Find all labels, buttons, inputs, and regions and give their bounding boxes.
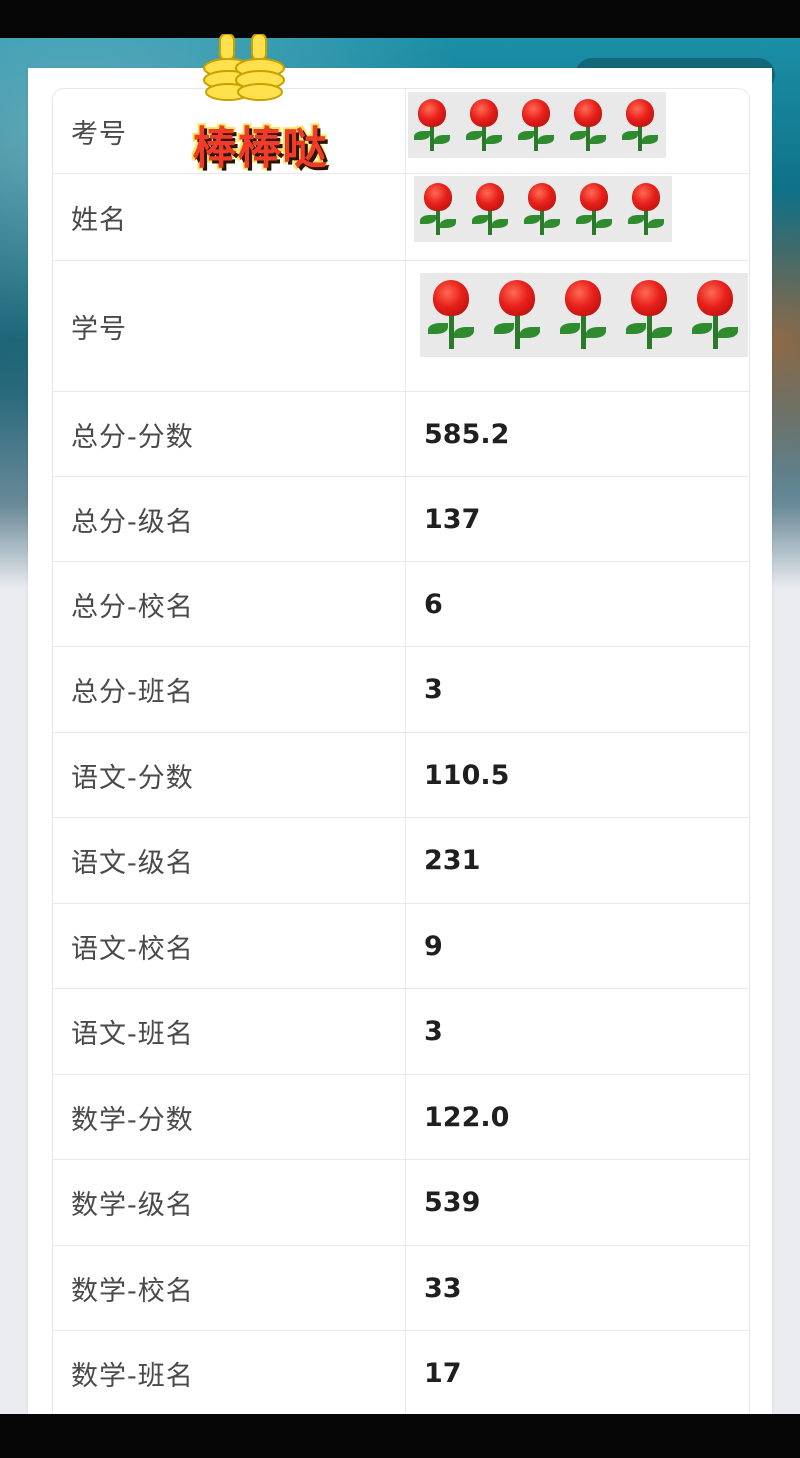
row-label: 数学-级名 [53, 1160, 406, 1245]
rose-icon [420, 275, 482, 355]
thumbs-up-icon [203, 34, 285, 101]
row-label: 总分-班名 [53, 647, 406, 732]
row-value: 6 [424, 588, 443, 620]
row-value: 137 [424, 503, 481, 535]
row-label: 姓名 [53, 174, 406, 260]
status-bar [0, 0, 800, 38]
row-label: 数学-校名 [53, 1246, 406, 1330]
rose-icon [414, 179, 462, 239]
table-row: 语文-校名 9 [53, 904, 749, 989]
table-row: 语文-分数 110.5 [53, 733, 749, 818]
table-row: 学号 [53, 261, 749, 392]
sticker-text: 棒棒哒 [192, 123, 328, 174]
row-label: 学号 [53, 261, 406, 391]
table-row: 数学-分数 122.0 [53, 1075, 749, 1160]
table-row: 总分-班名 3 [53, 647, 749, 733]
rose-redaction [414, 176, 672, 242]
row-value-redacted [406, 261, 749, 391]
row-label: 数学-班名 [53, 1331, 406, 1416]
navigation-bar [0, 1414, 800, 1458]
table-row: 数学-级名 539 [53, 1160, 749, 1246]
row-label: 总分-分数 [53, 392, 406, 476]
row-value: 17 [424, 1358, 462, 1389]
table-row: 总分-级名 137 [53, 477, 749, 562]
row-value: 585.2 [424, 418, 510, 450]
row-label: 语文-校名 [53, 904, 406, 988]
rose-icon [618, 275, 680, 355]
row-value: 3 [424, 674, 443, 705]
rose-icon [684, 275, 746, 355]
rose-icon [570, 179, 618, 239]
rose-icon [622, 179, 670, 239]
row-label: 总分-级名 [53, 477, 406, 561]
table-row: 姓名 [53, 174, 749, 261]
rose-icon [466, 179, 514, 239]
row-label: 总分-校名 [53, 562, 406, 646]
row-label: 数学-分数 [53, 1075, 406, 1159]
praise-sticker: 棒棒哒 [170, 34, 350, 174]
table-row: 数学-校名 33 [53, 1246, 749, 1331]
row-value-redacted [406, 89, 749, 173]
rose-icon [486, 275, 548, 355]
table-row: 语文-班名 3 [53, 989, 749, 1075]
rose-icon [460, 95, 508, 155]
rose-redaction [420, 273, 748, 357]
table-row: 考号 [53, 89, 749, 174]
row-value: 33 [424, 1272, 462, 1304]
table-row: 总分-分数 585.2 [53, 392, 749, 477]
row-value: 3 [424, 1016, 443, 1047]
row-value: 122.0 [424, 1101, 510, 1133]
row-label: 语文-分数 [53, 733, 406, 817]
rose-redaction [408, 92, 666, 158]
row-label: 语文-级名 [53, 818, 406, 903]
rose-icon [616, 95, 664, 155]
score-table: 考号 姓名 学号 总分-分数 585.2 总分-级名 137 总分-校名 6 总… [52, 88, 750, 1458]
table-row: 数学-班名 17 [53, 1331, 749, 1417]
row-value: 9 [424, 930, 443, 962]
rose-icon [552, 275, 614, 355]
row-value: 231 [424, 845, 481, 876]
rose-icon [408, 95, 456, 155]
row-value-redacted [406, 174, 749, 260]
row-value: 110.5 [424, 759, 510, 791]
row-value: 539 [424, 1187, 481, 1218]
table-row: 总分-校名 6 [53, 562, 749, 647]
row-label: 语文-班名 [53, 989, 406, 1074]
table-row: 语文-级名 231 [53, 818, 749, 904]
rose-icon [564, 95, 612, 155]
rose-icon [512, 95, 560, 155]
rose-icon [518, 179, 566, 239]
